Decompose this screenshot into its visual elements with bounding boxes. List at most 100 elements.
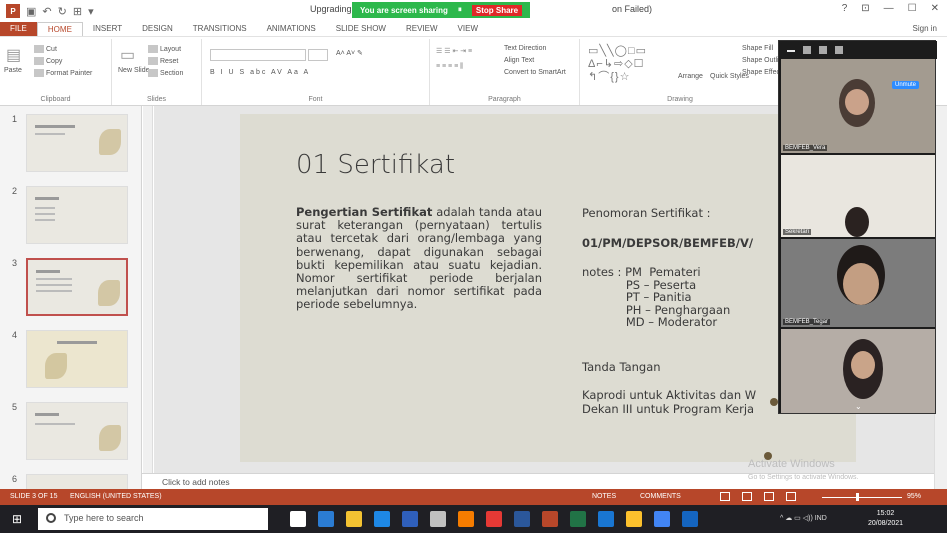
cut-icon — [34, 45, 44, 53]
grow-shrink-font-icon[interactable]: A˄ A˅ ✎ — [336, 49, 363, 57]
tab-home[interactable]: HOME — [36, 22, 83, 36]
ribbon-display-icon[interactable]: ⊡ — [861, 3, 869, 14]
font-name-dropdown[interactable] — [210, 49, 306, 61]
slide-title[interactable]: 01 Sertifikat — [296, 150, 455, 180]
comments-toggle-button[interactable]: COMMENTS — [640, 493, 681, 500]
share-pause-icon[interactable]: ⏸ — [458, 5, 462, 15]
minimize-button[interactable]: — — [884, 3, 894, 14]
thumbnail-image[interactable] — [26, 258, 128, 316]
close-button[interactable]: ✕ — [931, 3, 939, 14]
slide-body-text[interactable]: Pengertian Sertifikat adalah tanda atau … — [296, 205, 542, 312]
customize-qat-icon[interactable]: ▾ — [88, 5, 94, 18]
current-slide[interactable]: 01 Sertifikat Pengertian Sertifikat adal… — [240, 114, 856, 462]
maximize-button[interactable]: ☐ — [908, 3, 917, 14]
taskbar-app-icon[interactable] — [598, 511, 614, 527]
thumbnail-image[interactable] — [26, 114, 128, 172]
system-tray[interactable]: ^ ☁ ▭ ◁)) IND — [780, 514, 827, 522]
notes-placeholder[interactable]: Click to add notes — [162, 477, 230, 487]
taskbar-app-icon[interactable] — [486, 511, 502, 527]
taskbar-app-icon[interactable] — [682, 511, 698, 527]
thumbnail-title-line — [36, 270, 60, 273]
paste-icon[interactable]: ▤ — [6, 45, 21, 65]
align-icon[interactable]: ≡ ≡ ≡ ≡ ⫼ — [436, 63, 463, 71]
text-direction-button[interactable]: Text Direction — [504, 45, 546, 52]
unmute-button[interactable]: Unmute — [891, 81, 919, 89]
zoom-slider[interactable] — [822, 497, 902, 498]
zoom-video-panel[interactable]: Unmute BEMFEB_Vera Sekretari BEMFEB_Tega… — [778, 40, 937, 414]
help-icon[interactable]: ? — [842, 3, 848, 14]
copy-button[interactable]: Copy — [34, 57, 62, 65]
sign-in-link[interactable]: Sign in — [913, 24, 937, 33]
layout-button[interactable]: Layout — [148, 45, 181, 53]
normal-view-icon[interactable] — [720, 492, 730, 501]
zoom-view-icon[interactable] — [803, 46, 811, 54]
language-indicator[interactable]: ENGLISH (UNITED STATES) — [70, 493, 162, 500]
taskbar-app-icon[interactable] — [514, 511, 530, 527]
taskbar-app-icon[interactable] — [626, 511, 642, 527]
zoom-level[interactable]: 95% — [907, 493, 921, 500]
taskbar-app-icon[interactable] — [290, 511, 306, 527]
align-text-button[interactable]: Align Text — [504, 57, 534, 64]
video-tile-2[interactable]: Sekretari — [781, 155, 935, 237]
tab-insert[interactable]: INSERT — [83, 22, 132, 36]
tab-file[interactable]: FILE — [0, 22, 37, 36]
slide-thumbnails-pane[interactable]: 1 2 3 4 5 6 — [0, 106, 142, 489]
taskbar-app-icon[interactable] — [318, 511, 334, 527]
taskbar-app-icon[interactable] — [542, 511, 558, 527]
search-icon — [46, 513, 56, 523]
redo-icon[interactable]: ↻ — [58, 5, 67, 18]
thumbnail-image[interactable] — [26, 330, 128, 388]
font-formatting-row[interactable]: B I U S abc AV Aa A — [210, 69, 310, 76]
tab-slide-show[interactable]: SLIDE SHOW — [326, 22, 396, 36]
taskbar-app-icon[interactable] — [430, 511, 446, 527]
taskbar-app-icon[interactable] — [402, 511, 418, 527]
cut-button[interactable]: Cut — [34, 45, 57, 53]
taskbar-app-icon[interactable] — [346, 511, 362, 527]
section-button[interactable]: Section — [148, 69, 183, 77]
zoom-grid-icon[interactable] — [835, 46, 843, 54]
chevron-down-icon[interactable]: ⌄ — [855, 402, 862, 411]
shapes-gallery[interactable]: ▭╲╲◯□▭ Δ⌐↳⇨◇☐ ↰⌒{}☆ — [588, 45, 674, 85]
convert-smartart-button[interactable]: Convert to SmartArt — [504, 69, 566, 76]
taskbar-app-icon[interactable] — [458, 511, 474, 527]
tab-design[interactable]: DESIGN — [132, 22, 183, 36]
bullets-icon[interactable]: ☰ ☰ ⇤ ⇥ ≡ — [436, 47, 472, 55]
save-icon[interactable]: ▣ — [26, 5, 36, 18]
taskbar-search-input[interactable]: Type here to search — [38, 508, 268, 530]
zoom-minimize-icon[interactable] — [787, 50, 795, 52]
thumbnail-image[interactable] — [26, 186, 128, 244]
reset-button[interactable]: Reset — [148, 57, 178, 65]
start-from-beginning-icon[interactable]: ⊞ — [73, 5, 82, 18]
thumbnail-image[interactable] — [26, 474, 128, 489]
notes-toggle-button[interactable]: NOTES — [592, 493, 616, 500]
undo-icon[interactable]: ↶ — [42, 5, 51, 18]
format-painter-button[interactable]: Format Painter — [34, 69, 92, 77]
taskbar-clock[interactable]: 15:02 20/08/2021 — [868, 509, 903, 529]
font-size-dropdown[interactable] — [308, 49, 328, 61]
taskbar-app-icon[interactable] — [374, 511, 390, 527]
slide-sorter-view-icon[interactable] — [742, 492, 752, 501]
zoom-thumbnail-icon[interactable] — [819, 46, 827, 54]
tab-transitions[interactable]: TRANSITIONS — [183, 22, 257, 36]
tab-review[interactable]: REVIEW — [396, 22, 448, 36]
tab-view[interactable]: VIEW — [448, 22, 488, 36]
video-tile-3[interactable]: BEMFEB_Tegar — [781, 239, 935, 327]
thumbnail-scrollbar[interactable] — [143, 106, 153, 473]
taskbar-app-icon[interactable] — [654, 511, 670, 527]
stop-share-button[interactable]: Stop Share — [471, 4, 523, 16]
paste-button[interactable]: Paste — [4, 67, 22, 74]
arrange-button[interactable]: Arrange — [678, 73, 703, 80]
tab-animations[interactable]: ANIMATIONS — [257, 22, 326, 36]
new-slide-button[interactable]: New Slide — [118, 67, 150, 74]
shape-fill-button[interactable]: Shape Fill — [742, 45, 773, 52]
new-slide-icon[interactable]: ▭ — [120, 45, 135, 65]
reading-view-icon[interactable] — [764, 492, 774, 501]
thumbnail-image[interactable] — [26, 402, 128, 460]
zoom-slider-handle[interactable] — [855, 493, 859, 501]
video-tile-4[interactable]: ⌄ — [781, 329, 935, 413]
slide-show-view-icon[interactable] — [786, 492, 796, 501]
video-tile-1[interactable]: Unmute BEMFEB_Vera — [781, 59, 935, 153]
numbering-label: Penomoran Sertifikat : — [582, 206, 711, 220]
windows-start-icon[interactable]: ⊞ — [12, 513, 26, 526]
taskbar-app-icon[interactable] — [570, 511, 586, 527]
